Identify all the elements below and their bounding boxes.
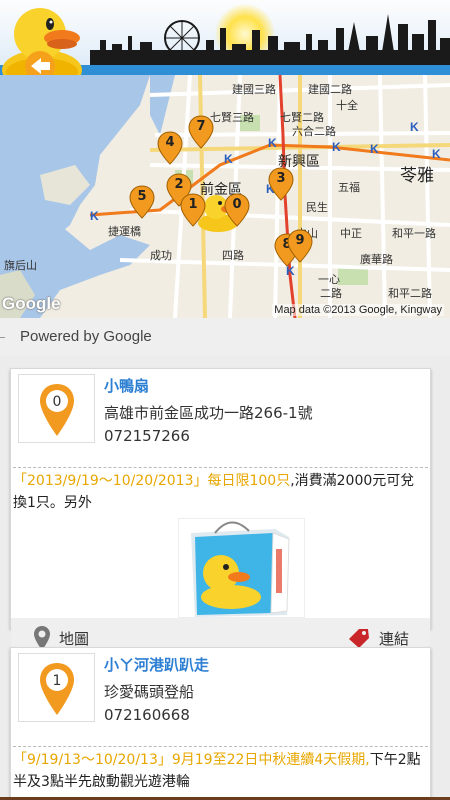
promo-highlight: 「9/19/13～10/20/13」9月19至22日中秋連續4天假期, (13, 752, 370, 768)
map-credit[interactable]: Map data ©2013 Google, Kingway (272, 304, 444, 316)
powered-by-bar: Powered by Google (0, 318, 450, 356)
svg-text:K: K (432, 147, 441, 161)
list-item[interactable]: 0 小鴨扇 高雄市前金區成功一路266-1號 072157266 「2013/9… (10, 368, 431, 658)
svg-text:K: K (332, 140, 341, 154)
link-button-label: 連結 (379, 629, 410, 648)
place-address: 高雄市前金區成功一路266-1號 (104, 404, 313, 422)
duck-bag-image (191, 521, 290, 617)
card-header: 0 小鴨扇 高雄市前金區成功一路266-1號 072157266 (11, 369, 430, 467)
place-title[interactable]: 小鴨扇 (104, 375, 149, 396)
google-logo: Google (2, 294, 61, 313)
map-pin[interactable]: 3 (268, 167, 294, 201)
place-phone[interactable]: 072160668 (104, 706, 190, 724)
map-pin[interactable]: 5 (129, 185, 155, 219)
map-pin[interactable]: 0 (224, 193, 250, 227)
map-view[interactable]: KKK KKK KKK 新興區 前金區 苓雅 建國三路 建國二路 七賢二路 七賢… (0, 75, 450, 318)
location-marker-icon (40, 663, 74, 715)
map-pin[interactable]: 1 (180, 193, 206, 227)
list-item[interactable]: 1 小ㄚ河港趴趴走 珍愛碼頭登船 072160668 「9/19/13～10/2… (10, 647, 431, 800)
svg-text:K: K (224, 152, 233, 166)
promo-highlight: 「2013/9/19～10/20/2013」每日限100只 (13, 473, 291, 489)
svg-text:K: K (268, 136, 277, 150)
map-pin[interactable]: 9 (287, 229, 313, 263)
svg-text:K: K (370, 142, 379, 156)
card-header: 1 小ㄚ河港趴趴走 珍愛碼頭登船 072160668 (11, 648, 430, 746)
marker-number: 0 (52, 394, 62, 410)
map-pin[interactable]: 7 (188, 115, 214, 149)
powered-by-text: Powered by Google (20, 328, 152, 345)
map-button-label: 地圖 (59, 629, 90, 648)
divider (0, 337, 5, 338)
photo-row (11, 518, 430, 618)
svg-text:K: K (410, 120, 419, 134)
marker-box: 0 (18, 374, 95, 443)
tag-icon (349, 629, 369, 648)
place-address: 珍愛碼頭登船 (104, 683, 195, 701)
place-phone[interactable]: 072157266 (104, 427, 190, 445)
marker-box: 1 (18, 653, 95, 722)
product-photo (178, 518, 305, 618)
promo-text: 「2013/9/19～10/20/2013」每日限100只,消費滿2000元可兌… (11, 468, 430, 518)
svg-text:K: K (90, 209, 99, 223)
promo-text: 「9/19/13～10/20/13」9月19至22日中秋連續4天假期,下午2點半… (11, 747, 430, 797)
place-title[interactable]: 小ㄚ河港趴趴走 (104, 654, 209, 675)
map-pin[interactable]: 4 (157, 131, 183, 165)
marker-number: 1 (52, 673, 62, 689)
location-marker-icon (40, 384, 74, 436)
